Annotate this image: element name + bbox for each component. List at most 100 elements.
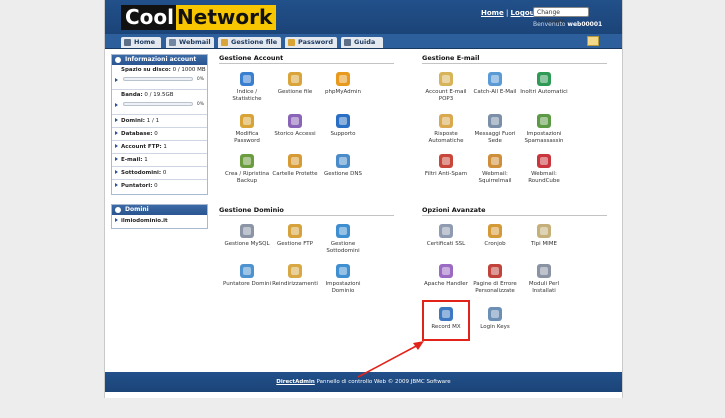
link-ssl[interactable]: Certificati SSL (422, 224, 470, 248)
link-squirrelmail[interactable]: Webmail: Squirrelmail (471, 154, 519, 184)
domain-settings-icon (336, 264, 350, 278)
link-forwarders[interactable]: Inoltri Automatici (520, 72, 568, 96)
link-protected-folders[interactable]: Cartelle Protette (271, 154, 319, 178)
logo[interactable]: Cool Network (121, 5, 277, 30)
link-catch-all[interactable]: Catch-All E-Mail (471, 72, 519, 96)
envelope-icon (439, 72, 453, 86)
language-select[interactable]: Change language... (533, 7, 589, 25)
link-phpmyadmin[interactable]: phpMyAdmin (319, 72, 367, 96)
squirrelmail-icon (488, 154, 502, 168)
stat-row-ftp: Account FTP: 1 (112, 141, 207, 154)
link-redirects[interactable]: Reindirizzamenti (271, 264, 319, 288)
section-title-account: Gestione Account (219, 54, 284, 62)
link-mysql[interactable]: Gestione MySQL (223, 224, 271, 248)
redirect-icon (288, 264, 302, 278)
top-links: Home | Logout (481, 9, 538, 17)
forward-icon (537, 72, 551, 86)
item-label: Apache Handler (424, 281, 468, 287)
domains-header: Domini (112, 205, 207, 215)
item-label: Impostazioni Dominio (325, 281, 361, 294)
link-subdomains[interactable]: Gestione Sottodomini (319, 224, 367, 254)
autoreply-icon (439, 114, 453, 128)
account-info-header: Informazioni account (112, 55, 207, 65)
footer: DirectAdmin Pannello di controllo Web © … (105, 372, 622, 392)
perl-icon (537, 264, 551, 278)
item-label: Risposte Automatiche (428, 131, 464, 144)
link-access-log[interactable]: Storico Accessi (271, 114, 319, 138)
item-label: Moduli Perl Installati (528, 281, 560, 294)
link-mime-types[interactable]: Tipi MIME (520, 224, 568, 248)
tab-label-password: Password (298, 38, 334, 46)
link-cronjob[interactable]: Cronjob (471, 224, 519, 248)
bandwidth-value: 0 / 19.5GB (144, 92, 174, 98)
link-backup[interactable]: Crea / Ripristina Backup (223, 154, 271, 184)
link-apache-handlers[interactable]: Apache Handler (422, 264, 470, 288)
link-ftp[interactable]: Gestione FTP (271, 224, 319, 248)
domains-box: Domini ilmiodominio.it (111, 204, 208, 229)
link-statistics[interactable]: Indice / Statistiche (223, 72, 271, 102)
stat-label: E-mail: (121, 157, 143, 163)
disk-progress-bar (123, 77, 193, 81)
domains-title: Domini (125, 206, 149, 213)
disk-label: Spazio su disco: (121, 67, 171, 73)
tab-file-manager[interactable]: Gestione file (218, 37, 281, 48)
item-label: Gestione DNS (323, 171, 363, 177)
domain-row[interactable]: ilmiodominio.it (112, 215, 207, 228)
stat-value: 0 (154, 183, 158, 189)
item-label: Certificati SSL (426, 241, 466, 247)
bandwidth-percent: 0% (196, 102, 204, 107)
item-label: Indice / Statistiche (232, 89, 262, 102)
link-login-keys[interactable]: Login Keys (471, 307, 519, 331)
item-label: Crea / Ripristina Backup (224, 171, 270, 184)
domain-link[interactable]: ilmiodominio.it (121, 218, 168, 224)
ssl-icon (439, 224, 453, 238)
stat-value: 1 (163, 144, 167, 150)
arrow-circle-icon (115, 57, 121, 63)
mail-icon (169, 39, 176, 46)
tab-webmail[interactable]: Webmail (166, 37, 214, 48)
stat-row-email: E-mail: 1 (112, 154, 207, 167)
tab-label-home: Home (134, 38, 156, 46)
link-spamassassin[interactable]: Impostazioni Spamassassin (520, 114, 568, 144)
highlight-box (422, 300, 470, 341)
divider (219, 63, 394, 64)
support-icon (336, 114, 350, 128)
link-support[interactable]: Supporto (319, 114, 367, 138)
link-spam-filters[interactable]: Filtri Anti-Spam (422, 154, 470, 178)
item-label: Inoltri Automatici (520, 89, 568, 95)
link-domain-pointers[interactable]: Puntatore Domini (223, 264, 271, 288)
link-domain-settings[interactable]: Impostazioni Dominio (319, 264, 367, 294)
stat-row-domains: Domini: 1 / 1 (112, 115, 207, 128)
stat-label: Database: (121, 131, 153, 137)
link-file-manager[interactable]: Gestione file (271, 72, 319, 96)
link-roundcube[interactable]: Webmail: RoundCube (520, 154, 568, 184)
apache-icon (439, 264, 453, 278)
tab-label-file-manager: Gestione file (231, 38, 278, 46)
link-autoresponders[interactable]: Risposte Automatiche (422, 114, 470, 144)
home-link[interactable]: Home (481, 9, 504, 17)
tab-home[interactable]: Home (121, 37, 161, 48)
logo-cool: Cool (121, 5, 177, 30)
row-arrow-icon (115, 118, 118, 122)
link-change-password[interactable]: Modifica Password (223, 114, 271, 144)
roundcube-icon (537, 154, 551, 168)
link-dns[interactable]: Gestione DNS (319, 154, 367, 178)
item-label: Puntatore Domini (223, 281, 272, 287)
welcome-text: Benvenuto web00001 (533, 21, 602, 28)
item-label: Modifica Password (234, 131, 260, 144)
page-frame: Cool Network Home | Logout Change languag… (104, 0, 623, 398)
link-separator: | (505, 9, 509, 17)
item-label: Messaggi Fuori Sede (474, 131, 516, 144)
footer-link[interactable]: DirectAdmin (276, 379, 315, 385)
link-pop3-accounts[interactable]: Account E-mail POP3 (422, 72, 470, 102)
tab-password[interactable]: Password (285, 37, 337, 48)
link-perl-modules[interactable]: Moduli Perl Installati (520, 264, 568, 294)
bandwidth-label: Banda: (121, 92, 143, 98)
tab-label-help: Guida (354, 38, 376, 46)
link-error-pages[interactable]: Pagine di Errore Personalizzate (471, 264, 519, 294)
catch-all-icon (488, 72, 502, 86)
link-vacation-messages[interactable]: Messaggi Fuori Sede (471, 114, 519, 144)
tab-help[interactable]: Guida (341, 37, 383, 48)
stats-icon (240, 72, 254, 86)
notes-icon[interactable] (587, 36, 599, 46)
